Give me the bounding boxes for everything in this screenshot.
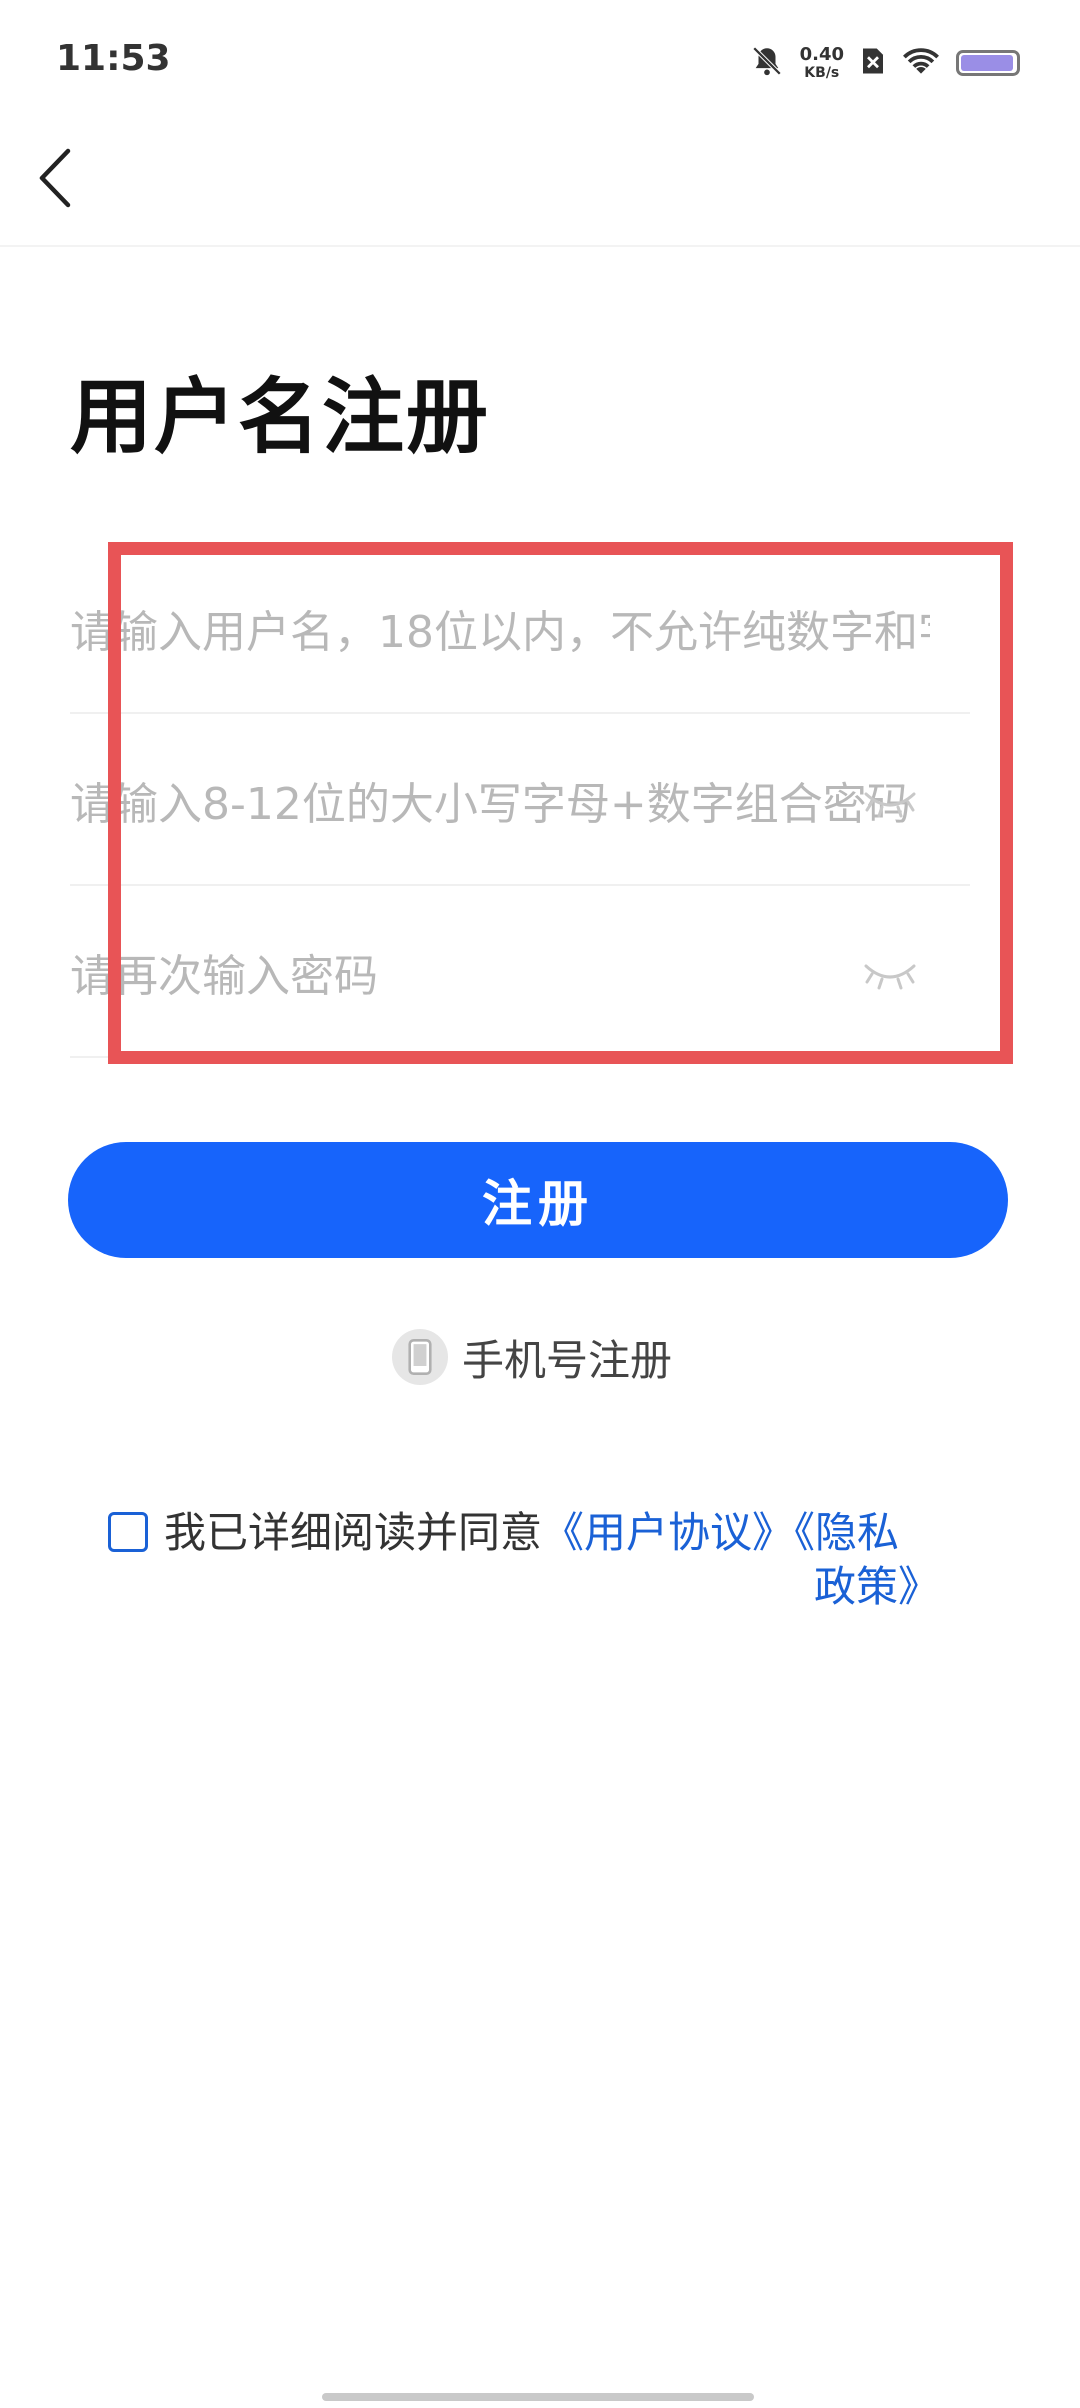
back-button[interactable]: [26, 138, 82, 218]
privacy-policy-link-continued[interactable]: 政策》: [814, 1560, 940, 1614]
net-speed-unit: KB/s: [804, 65, 840, 81]
page-title: 用户名注册: [70, 370, 491, 465]
phone-icon: [392, 1329, 448, 1385]
username-field-row: [70, 542, 970, 714]
privacy-policy-link[interactable]: 《隐私: [794, 1508, 899, 1557]
agreement-checkbox[interactable]: [108, 1512, 148, 1552]
header-divider: [0, 245, 1080, 247]
home-indicator: [322, 2393, 754, 2401]
battery-icon: [956, 50, 1020, 76]
chevron-left-icon: [39, 148, 71, 208]
bell-muted-icon: [750, 44, 784, 82]
username-input[interactable]: [70, 592, 930, 672]
register-button[interactable]: 注册: [68, 1142, 1008, 1258]
phone-register-link[interactable]: 手机号注册: [392, 1325, 672, 1389]
user-agreement-link[interactable]: 《用户协议》: [542, 1508, 794, 1557]
net-speed-value: 0.40: [799, 44, 844, 65]
eye-closed-icon[interactable]: [860, 784, 920, 824]
confirm-password-field-row: [70, 886, 970, 1058]
agreement-prefix: 我已详细阅读并同意: [164, 1508, 543, 1557]
battery-fill: [961, 55, 1013, 71]
password-input[interactable]: [70, 764, 930, 844]
status-bar: 11:53 0.40 KB/s: [0, 0, 1080, 120]
status-icons: 0.40 KB/s: [750, 38, 1020, 88]
phone-register-label: 手机号注册: [462, 1335, 673, 1385]
wifi-icon: [902, 46, 940, 80]
password-field-row: [70, 714, 970, 886]
no-sim-icon: [860, 46, 886, 80]
status-time: 11:53: [56, 38, 171, 79]
net-speed: 0.40 KB/s: [799, 44, 844, 81]
confirm-password-input[interactable]: [70, 936, 930, 1016]
eye-closed-icon[interactable]: [860, 956, 920, 996]
agreement-text: 我已详细阅读并同意《用户协议》《隐私: [164, 1506, 1044, 1560]
